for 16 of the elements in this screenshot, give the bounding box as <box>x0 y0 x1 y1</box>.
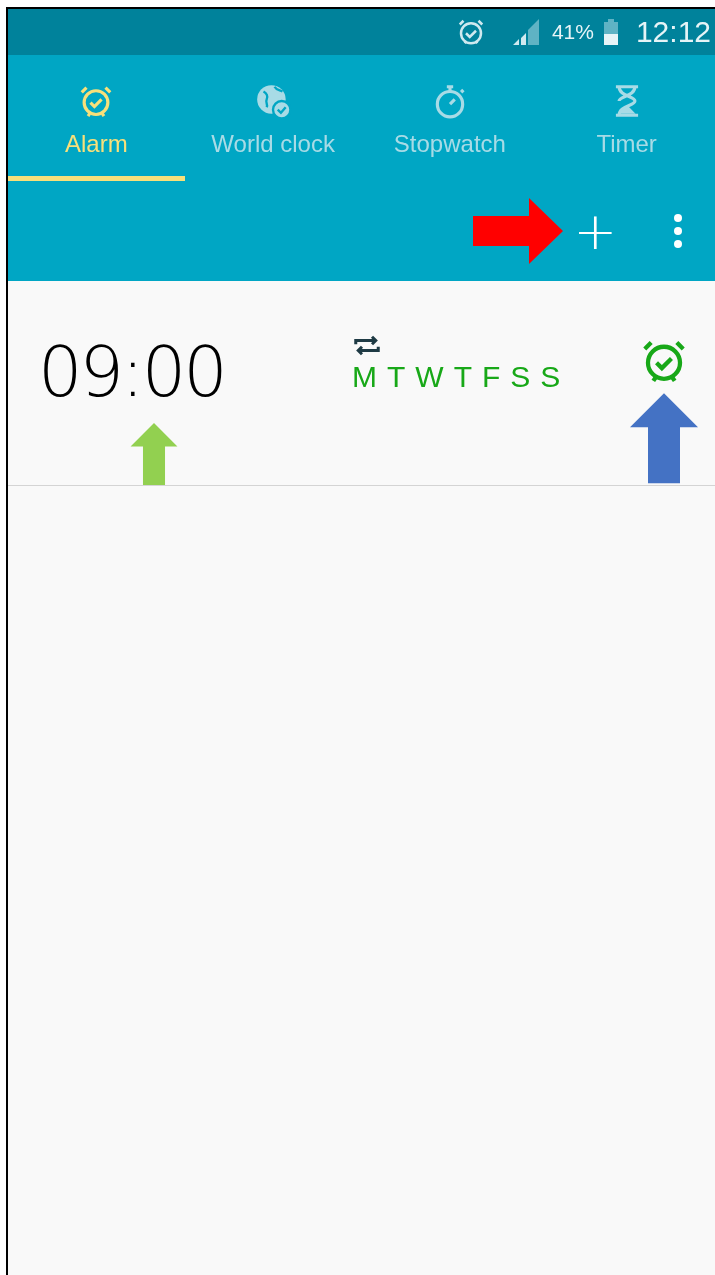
more-options-icon[interactable] <box>673 213 683 249</box>
tab[interactable]: Timer <box>538 55 715 181</box>
weekday-letter: F <box>482 360 501 394</box>
add-button[interactable]: + <box>569 205 621 257</box>
battery-percentage: 41% <box>551 20 594 44</box>
battery-icon <box>603 19 618 45</box>
weekday-letter: T <box>453 360 472 394</box>
weekday-letter: M <box>352 360 377 394</box>
weekday-letter: S <box>510 360 531 394</box>
tab[interactable]: Stopwatch <box>361 55 539 181</box>
clock-time: 12:12 <box>635 15 711 49</box>
weekday-letter: W <box>415 360 444 394</box>
alarm-time[interactable]: 09:00 <box>38 331 225 413</box>
weekday-letter: S <box>540 360 561 394</box>
weekday-letter: T <box>387 360 406 394</box>
tab[interactable]: World clock <box>184 55 362 181</box>
